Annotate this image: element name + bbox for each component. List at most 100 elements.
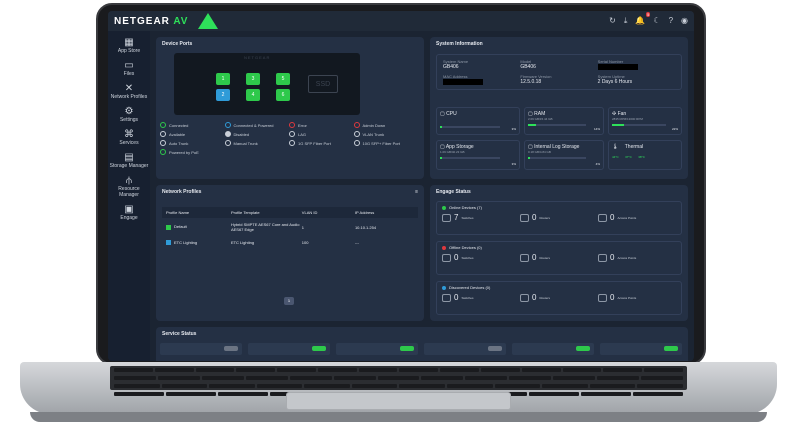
engage-icon: ▣: [124, 204, 134, 215]
legend-item: Error: [289, 122, 354, 128]
status-dot-icon: [160, 122, 166, 128]
filter-icon[interactable]: ≡: [415, 189, 418, 195]
access-point-icon: [598, 253, 607, 262]
ram-bar: [528, 124, 537, 126]
download-icon[interactable]: ⤓: [624, 16, 628, 26]
log-storage-metric: ▢ Internal Log Storage 0.18 GB/4.84 GB 4…: [524, 140, 604, 170]
laptop-base-edge: [30, 412, 767, 422]
service-card[interactable]: [424, 343, 506, 355]
legend-item: Available: [160, 131, 225, 137]
status-dot-icon: [160, 149, 166, 155]
pagination-current[interactable]: 1: [284, 297, 294, 305]
thermal-metric: 🌡 Thermal 44°C 37°C 38°C: [608, 140, 682, 170]
status-dot-icon: [442, 285, 446, 290]
sidebar: ▦ App Store ▭ Files ✕ Network Profiles ⚙ Set…: [108, 31, 150, 361]
system-information-panel: System Information System Name GB406 Mode…: [430, 37, 688, 179]
service-card[interactable]: [248, 343, 330, 355]
service-toggle[interactable]: [312, 346, 326, 351]
legend-item: Disabled: [224, 131, 290, 137]
sidebar-item-files[interactable]: ▭ Files: [108, 60, 150, 77]
legend-item: Connected & Powered: [224, 122, 290, 128]
bell-icon[interactable]: 🔔 5: [635, 12, 651, 26]
network-profiles-panel: Network Profiles ≡ Profile Name Profile T…: [156, 185, 424, 321]
trackpad: [286, 392, 511, 410]
profile-color-swatch: [166, 224, 171, 230]
theme-icon[interactable]: ☾: [653, 16, 660, 26]
help-icon[interactable]: ?: [669, 16, 673, 26]
offline-devices-card[interactable]: Offline Devices (0) 0 Switches 0 Routers 0…: [436, 241, 682, 275]
column-header[interactable]: Profile Name: [166, 210, 231, 215]
service-card[interactable]: [336, 343, 418, 355]
switch-icon: [442, 253, 451, 262]
table-row[interactable]: ETC Lighting ETC Lighting 100 ---: [162, 236, 418, 249]
sidebar-item-storage-manager[interactable]: ▤ Storage Manager: [108, 152, 150, 169]
service-toggle[interactable]: [576, 346, 590, 351]
service-toggle[interactable]: [224, 346, 238, 351]
service-card[interactable]: [600, 343, 682, 355]
service-toggle[interactable]: [488, 346, 502, 351]
port-4[interactable]: 4: [246, 89, 260, 101]
port-1[interactable]: 1: [216, 73, 230, 85]
cpu-metric: ▢ CPU 3%: [436, 107, 520, 135]
port-2[interactable]: 2: [216, 89, 230, 101]
access-point-icon: [598, 293, 607, 302]
app-storage-metric: ▢ App Storage 1.09 GB/40.23 GB 3%: [436, 140, 520, 170]
status-dot-icon: [289, 122, 295, 128]
sidebar-item-services[interactable]: ⌘ Services: [108, 129, 150, 146]
status-dot-icon: [224, 131, 231, 137]
panel-title: Service Status: [162, 331, 197, 337]
online-devices-card[interactable]: Online Devices (7) 7 Switches 0 Routers 0A…: [436, 201, 682, 235]
temp-reading: 37°C: [625, 155, 632, 159]
column-header[interactable]: IP Address: [355, 210, 414, 215]
service-toggle[interactable]: [664, 346, 678, 351]
user-icon[interactable]: ◉: [681, 16, 688, 26]
legend-item: Powered by PoE: [160, 149, 225, 155]
folder-icon: ▭: [124, 60, 134, 71]
port-5[interactable]: 5: [276, 73, 290, 85]
legend-item: 1G SFP Fiber Port: [289, 140, 354, 146]
legend-item: Auto Trunk: [160, 140, 225, 146]
sidebar-item-network-profiles[interactable]: ✕ Network Profiles: [108, 83, 150, 100]
logo-mark-icon: [198, 13, 219, 29]
status-dot-icon: [224, 140, 231, 146]
status-dot-icon: [289, 131, 295, 137]
column-header[interactable]: Profile Template: [231, 210, 302, 215]
port-3[interactable]: 3: [246, 73, 260, 85]
app-store-icon: ▦: [124, 37, 134, 48]
temp-reading: 44°C: [612, 155, 619, 159]
profile-color-swatch: [166, 240, 171, 246]
sidebar-item-resource-manager[interactable]: ⫛ Resource Manager: [108, 175, 150, 198]
status-dot-icon: [442, 245, 446, 250]
netgear-logo[interactable]: NETGEAR AV: [114, 16, 188, 27]
legend-item: LAG: [289, 131, 354, 137]
service-status-panel: Service Status: [156, 327, 688, 361]
table-row[interactable]: Default Hybrid SMPTE AES67 Core and Audi…: [162, 218, 418, 236]
fan-metric: ✣ Fan 2835 RPM/13000 RPM 22%: [608, 107, 682, 135]
refresh-icon[interactable]: ↻: [609, 16, 616, 26]
resource-icon: ⫛: [126, 175, 132, 186]
service-toggle[interactable]: [400, 346, 414, 351]
sidebar-item-app-store[interactable]: ▦ App Store: [108, 37, 150, 54]
router-icon: [520, 253, 529, 262]
ram-metric: ▢ RAM 2.09 GB/15.44 GB 14%: [524, 107, 604, 135]
laptop-keyboard: [110, 366, 687, 396]
column-header[interactable]: VLAN ID: [302, 210, 355, 215]
services-icon: ⌘: [124, 129, 134, 140]
sidebar-item-settings[interactable]: ⚙ Settings: [108, 106, 150, 123]
device-brand-label: NETGEAR: [244, 55, 271, 60]
status-dot-icon: [160, 140, 166, 146]
port-legend: Connected Connected & Powered Error Admi…: [160, 122, 418, 155]
device-front: NETGEAR 1 2 3 4 5 6 SSD: [174, 53, 360, 115]
status-dot-icon: [442, 205, 446, 210]
log-storage-bar: [528, 157, 531, 159]
fan-bar: [612, 124, 624, 126]
legend-item: Admin Down: [353, 122, 419, 128]
discovered-devices-card[interactable]: Discovered Devices (0) 0 Switches 0 Router…: [436, 281, 682, 315]
service-card[interactable]: [160, 343, 242, 355]
sidebar-item-engage[interactable]: ▣ Engage: [108, 204, 150, 221]
service-card[interactable]: [512, 343, 594, 355]
port-6[interactable]: 6: [276, 89, 290, 101]
status-dot-icon: [353, 140, 360, 146]
app-storage-bar: [440, 157, 443, 159]
access-point-icon: [598, 213, 607, 222]
